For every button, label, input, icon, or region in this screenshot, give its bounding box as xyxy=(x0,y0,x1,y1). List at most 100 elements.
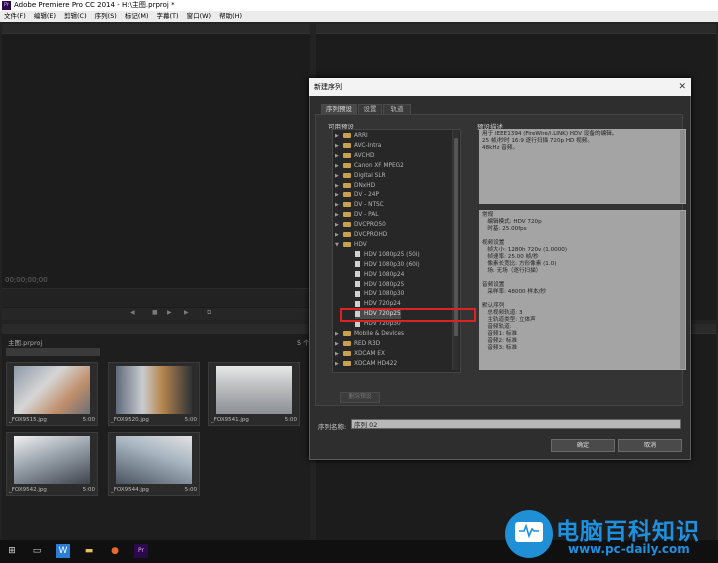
preset-label: HDV 1080p25 xyxy=(364,281,405,288)
preset-item[interactable]: HDV 1080p30 xyxy=(355,289,404,299)
stop-icon[interactable]: ■ xyxy=(152,310,158,316)
file-explorer-icon[interactable]: ▬ xyxy=(82,544,96,558)
menu-item[interactable]: 剪辑(C) xyxy=(64,12,87,20)
step-forward-icon[interactable]: ▶ xyxy=(184,310,190,316)
project-name: 主图.prproj xyxy=(8,339,43,347)
preset-folder[interactable]: ▶ ARRI xyxy=(335,131,368,141)
source-monitor-tabs xyxy=(2,24,310,34)
play-icon[interactable]: ▶ xyxy=(167,310,173,316)
folder-icon xyxy=(343,192,351,198)
program-monitor-tabs xyxy=(316,24,716,34)
project-item[interactable]: _FOX9541.jpg 5:00 xyxy=(208,362,300,426)
preset-folder[interactable]: ▶ Digital SLR xyxy=(335,171,386,181)
menu-item[interactable]: 字幕(T) xyxy=(157,12,179,20)
expand-down-icon[interactable]: ▼ xyxy=(335,240,343,250)
close-icon[interactable]: ✕ xyxy=(678,78,686,96)
menu-item[interactable]: 标记(M) xyxy=(125,12,149,20)
windows-start-icon[interactable]: ⊞ xyxy=(5,544,19,558)
sequence-name-input[interactable]: 序列 02 xyxy=(351,419,681,429)
preset-item[interactable]: HDV 1080p24 xyxy=(355,270,404,280)
details-scrollbar[interactable] xyxy=(680,211,685,369)
expand-right-icon[interactable]: ▶ xyxy=(335,181,343,191)
source-timeline-ruler[interactable] xyxy=(2,288,310,307)
folder-icon xyxy=(343,212,351,218)
expand-right-icon[interactable]: ▶ xyxy=(335,210,343,220)
expand-right-icon[interactable]: ▶ xyxy=(335,190,343,200)
folder-icon xyxy=(343,142,351,148)
expand-right-icon[interactable]: ▶ xyxy=(335,151,343,161)
expand-right-icon[interactable]: ▶ xyxy=(335,339,343,349)
preset-item[interactable]: HDV 1080p25 (50i) xyxy=(355,250,420,260)
cancel-button[interactable]: 取消 xyxy=(618,439,682,452)
word-app-icon[interactable]: W xyxy=(56,544,70,558)
preset-folder[interactable]: ▶ Mobile & Devices xyxy=(335,329,404,339)
preset-label: HDV 720p24 xyxy=(364,301,401,308)
preset-label: DNxHD xyxy=(354,182,376,189)
preset-folder[interactable]: ▶ DV - PAL xyxy=(335,210,378,220)
preset-folder[interactable]: ▶ DV - NTSC xyxy=(335,200,384,210)
watermark-title: 电脑百科知识 xyxy=(556,519,700,545)
premiere-app-icon: Pr xyxy=(2,1,11,10)
project-item[interactable]: _FOX9515.jpg 5:00 xyxy=(6,362,98,426)
project-item[interactable]: _FOX9520.jpg 5:00 xyxy=(108,362,200,426)
preset-label: DV - NTSC xyxy=(354,202,384,209)
clip-name: _FOX9515.jpg xyxy=(9,417,47,423)
step-back-icon[interactable]: ◀ xyxy=(130,310,136,316)
menu-item[interactable]: 序列(S) xyxy=(95,12,117,20)
preset-label: Mobile & Devices xyxy=(354,331,405,337)
premiere-taskbar-icon[interactable]: Pr xyxy=(134,544,148,558)
expand-right-icon[interactable]: ▶ xyxy=(335,349,343,359)
menu-item[interactable]: 帮助(H) xyxy=(219,12,242,20)
project-item[interactable]: _FOX9544.jpg 5:00 xyxy=(108,432,200,496)
preset-folder[interactable]: ▶ DVCPRO50 xyxy=(335,220,386,230)
expand-right-icon[interactable]: ▶ xyxy=(335,161,343,171)
description-scrollbar[interactable] xyxy=(680,130,685,203)
project-search-input[interactable] xyxy=(6,348,100,356)
task-view-icon[interactable]: ▭ xyxy=(30,544,44,558)
preset-folder[interactable]: ▶ Canon XF MPEG2 xyxy=(335,161,404,171)
delete-preset-button[interactable]: 删除预设 xyxy=(340,392,380,403)
browser-icon[interactable]: ● xyxy=(108,544,122,558)
menu-item[interactable]: 窗口(W) xyxy=(187,12,212,20)
menu-item[interactable]: 编辑(E) xyxy=(34,12,56,20)
window-title: Adobe Premiere Pro CC 2014 - H:\主图.prpro… xyxy=(14,1,175,9)
expand-right-icon[interactable]: ▶ xyxy=(335,131,343,141)
preset-folder[interactable]: ▼ HDV xyxy=(335,240,367,250)
pulse-icon xyxy=(519,524,539,538)
folder-icon xyxy=(343,340,351,346)
preset-item[interactable]: HDV 1080p25 xyxy=(355,280,404,290)
preset-file-icon xyxy=(355,251,360,258)
preset-description: 用于 IEEE1394 (FireWire/i.LINK) HDV 设备的编辑。… xyxy=(479,129,686,204)
desc-line: 25 帧/秒时 16:9 逐行扫描 720p HD 视频。 xyxy=(482,138,593,144)
preset-file-icon xyxy=(355,281,360,287)
expand-right-icon[interactable]: ▶ xyxy=(335,329,343,339)
preset-folder[interactable]: ▶ DNxHD xyxy=(335,181,375,191)
folder-icon xyxy=(343,152,351,158)
preset-folder[interactable]: ▶ DV - 24P xyxy=(335,190,379,200)
menu-item[interactable]: 文件(F) xyxy=(4,12,26,20)
clip-thumbnail xyxy=(14,366,90,414)
preset-tree-scrollbar[interactable] xyxy=(452,130,459,370)
expand-right-icon[interactable]: ▶ xyxy=(335,141,343,151)
clip-thumbnail xyxy=(116,436,192,484)
expand-right-icon[interactable]: ▶ xyxy=(335,171,343,181)
insert-icon[interactable]: ⧉ xyxy=(207,310,213,316)
expand-right-icon[interactable]: ▶ xyxy=(335,200,343,210)
preset-folder[interactable]: ▶ AVC-Intra xyxy=(335,141,381,151)
preset-label: AVCHD xyxy=(354,152,375,159)
expand-right-icon[interactable]: ▶ xyxy=(335,230,343,240)
preset-folder[interactable]: ▶ DVCPROHD xyxy=(335,230,387,240)
ok-button[interactable]: 确定 xyxy=(551,439,615,452)
preset-label: Canon XF MPEG2 xyxy=(354,162,404,169)
preset-item[interactable]: HDV 1080p30 (60i) xyxy=(355,260,420,270)
preset-folder[interactable]: ▶ XDCAM EX xyxy=(335,349,385,359)
expand-right-icon[interactable]: ▶ xyxy=(335,359,343,369)
expand-right-icon[interactable]: ▶ xyxy=(335,220,343,230)
preset-folder[interactable]: ▶ RED R3D xyxy=(335,339,380,349)
preset-folder[interactable]: ▶ XDCAM HD422 xyxy=(335,359,397,369)
scrollbar-thumb[interactable] xyxy=(454,138,458,336)
preset-folder[interactable]: ▶ AVCHD xyxy=(335,151,374,161)
folder-icon xyxy=(343,182,351,188)
source-transport-controls: ◀ ■ ▶ ▶ ⧉ xyxy=(2,308,310,320)
project-item[interactable]: _FOX9542.jpg 5:00 xyxy=(6,432,98,496)
